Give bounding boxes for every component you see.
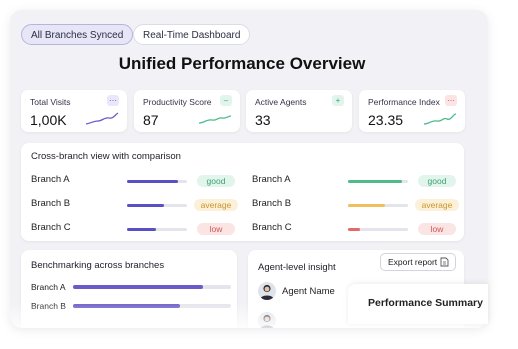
- kpi-label: Productivity Score: [143, 97, 212, 107]
- kpi-value: 23.35: [368, 112, 404, 128]
- benchmark-card: Benchmarking across branches Branch A Br…: [21, 250, 237, 328]
- benchmark-bar: [73, 304, 231, 308]
- card-title: Cross-branch view with comparison: [31, 151, 181, 162]
- avatar: [258, 312, 276, 328]
- more-icon[interactable]: ⋯: [107, 95, 119, 106]
- sparkline-icon: [85, 112, 119, 125]
- page-title: Unified Performance Overview: [118, 54, 366, 73]
- kpi-label: Active Agents: [255, 97, 307, 107]
- status-badge: average: [194, 199, 238, 211]
- branch-progress: [127, 204, 187, 207]
- branch-label: Branch C: [252, 222, 292, 233]
- kpi-value: 1,00K: [30, 112, 67, 128]
- sparkline-icon: [198, 115, 232, 124]
- kpi-card-productivity-score[interactable]: Productivity Score – 87: [134, 90, 240, 132]
- filter-all-branches-synced[interactable]: All Branches Synced: [21, 24, 134, 45]
- comparison-card: Cross-branch view with comparison Branch…: [21, 143, 464, 241]
- branch-progress: [127, 228, 187, 231]
- status-badge: low: [418, 223, 456, 235]
- kpi-label: Total Visits: [30, 97, 71, 107]
- status-badge: low: [197, 223, 235, 235]
- performance-summary-panel[interactable]: Performance Summary: [348, 284, 488, 324]
- branch-label: Branch A: [252, 174, 291, 185]
- dashboard-canvas: All Branches Synced Real-Time Dashboard …: [10, 10, 488, 328]
- branch-label: Branch A: [31, 174, 70, 185]
- branch-label: Branch B: [31, 301, 66, 311]
- kpi-label: Performance Index: [368, 97, 440, 107]
- benchmark-bar: [73, 285, 231, 289]
- card-title: Agent-level insight: [258, 262, 336, 273]
- branch-progress: [348, 228, 408, 231]
- plus-icon[interactable]: +: [332, 95, 344, 106]
- more-icon[interactable]: ⋯: [445, 95, 457, 106]
- branch-progress: [348, 204, 408, 207]
- branch-label: Branch A: [31, 282, 66, 292]
- agent-name: Agent Name: [282, 286, 335, 297]
- export-report-label: Export report: [388, 257, 438, 267]
- card-title: Benchmarking across branches: [31, 260, 165, 271]
- branch-label: Branch B: [252, 198, 292, 209]
- branch-label: Branch C: [31, 222, 71, 233]
- branch-label: Branch B: [31, 198, 71, 209]
- status-badge: good: [197, 175, 235, 187]
- kpi-card-total-visits[interactable]: Total Visits ⋯ 1,00K: [21, 90, 127, 132]
- branch-progress: [348, 180, 408, 183]
- filter-real-time-dashboard[interactable]: Real-Time Dashboard: [133, 24, 251, 45]
- export-report-button[interactable]: Export report: [380, 253, 456, 271]
- kpi-value: 33: [255, 112, 271, 128]
- status-badge: average: [415, 199, 459, 211]
- branch-progress: [127, 180, 187, 183]
- avatar: [258, 282, 276, 300]
- document-icon: [440, 257, 449, 267]
- status-badge: good: [418, 175, 456, 187]
- kpi-value: 87: [143, 112, 159, 128]
- minus-icon[interactable]: –: [220, 95, 232, 106]
- summary-title: Performance Summary: [368, 297, 483, 309]
- kpi-card-active-agents[interactable]: Active Agents + 33: [246, 90, 352, 132]
- kpi-card-performance-index[interactable]: Performance Index ⋯ 23.35: [359, 90, 465, 132]
- sparkline-icon: [423, 113, 457, 125]
